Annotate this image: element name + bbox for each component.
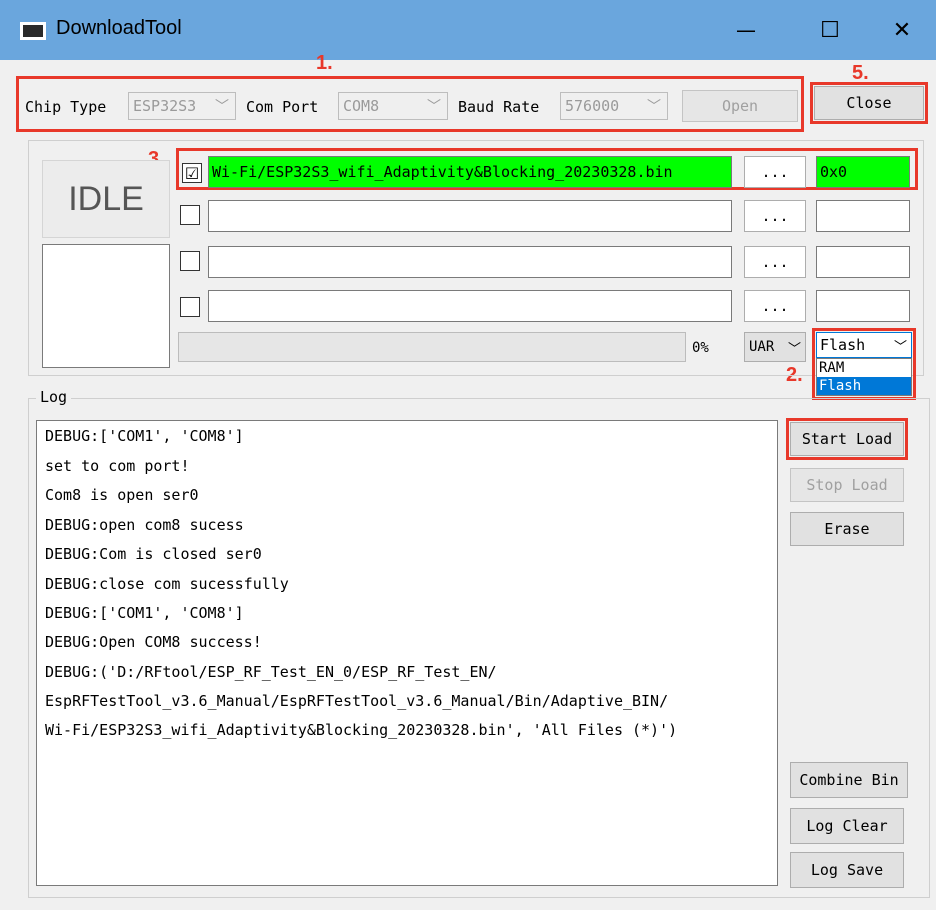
start-load-button[interactable]: Start Load	[790, 422, 904, 456]
mode-option-ram[interactable]: RAM	[817, 359, 911, 377]
erase-button[interactable]: Erase	[790, 512, 904, 546]
file-row-4-path[interactable]	[208, 290, 732, 322]
file-row-3-address[interactable]	[816, 246, 910, 278]
log-line: DEBUG:close com sucessfully	[45, 575, 289, 593]
combine-bin-button[interactable]: Combine Bin	[790, 762, 908, 798]
log-line: DEBUG:open com8 sucess	[45, 516, 244, 534]
mode-select[interactable]: Flash ﹀	[816, 332, 912, 358]
file-row-1-browse-button[interactable]: ...	[744, 156, 806, 188]
file-row-2-address[interactable]	[816, 200, 910, 232]
file-row-4-address[interactable]	[816, 290, 910, 322]
file-row-1-address[interactable]: 0x0	[816, 156, 910, 188]
file-row-3-browse-button[interactable]: ...	[744, 246, 806, 278]
log-line: DEBUG:Com is closed ser0	[45, 545, 262, 563]
chevron-down-icon: ﹀	[427, 99, 441, 115]
chevron-down-icon: ﹀	[893, 340, 907, 355]
stop-load-button[interactable]: Stop Load	[790, 468, 904, 502]
file-row-4-checkbox[interactable]	[180, 297, 200, 317]
log-title: Log	[36, 388, 72, 406]
log-line: Com8 is open ser0	[45, 486, 199, 504]
interface-select[interactable]: UAR ﹀	[744, 332, 806, 362]
com-port-value: COM8	[343, 97, 380, 115]
baud-rate-select[interactable]: 576000 ﹀	[560, 92, 668, 120]
close-window-icon[interactable]: ✕	[872, 10, 932, 50]
log-line: DEBUG:('D:/RFtool/ESP_RF_Test_EN_0/ESP_R…	[45, 663, 497, 681]
file-row-1-path[interactable]: Wi-Fi/ESP32S3_wifi_Adaptivity&Blocking_2…	[208, 156, 732, 188]
file-row-4-browse-button[interactable]: ...	[744, 290, 806, 322]
chevron-down-icon: ﹀	[787, 342, 801, 357]
preview-box	[42, 244, 170, 368]
file-row-3-checkbox[interactable]	[180, 251, 200, 271]
annotation-1: 1.	[316, 52, 333, 74]
log-save-button[interactable]: Log Save	[790, 852, 904, 888]
com-port-label: Com Port	[246, 98, 319, 116]
mode-value: Flash	[820, 336, 866, 354]
progress-bar	[178, 332, 686, 362]
close-button[interactable]: Close	[814, 86, 924, 120]
chevron-down-icon: ﹀	[215, 99, 229, 115]
progress-text: 0%	[692, 340, 709, 356]
log-line: DEBUG:Open COM8 success!	[45, 633, 262, 651]
file-row-2-browse-button[interactable]: ...	[744, 200, 806, 232]
log-line: DEBUG:['COM1', 'COM8']	[45, 604, 244, 622]
interface-value: UAR	[749, 339, 775, 355]
mode-dropdown-list: RAM Flash	[816, 358, 912, 396]
minimize-icon[interactable]: —	[716, 10, 776, 50]
maximize-icon[interactable]: ☐	[800, 10, 860, 50]
status-indicator: IDLE	[42, 160, 170, 238]
chevron-down-icon: ﹀	[647, 99, 661, 115]
baud-rate-label: Baud Rate	[458, 98, 540, 116]
mode-option-flash[interactable]: Flash	[817, 377, 911, 395]
log-output[interactable]: DEBUG:['COM1', 'COM8'] set to com port! …	[36, 420, 778, 886]
file-row-3-path[interactable]	[208, 246, 732, 278]
file-row-2-checkbox[interactable]	[180, 205, 200, 225]
file-row-1-checkbox[interactable]: ☑	[182, 163, 202, 183]
log-line: DEBUG:['COM1', 'COM8']	[45, 427, 244, 445]
chip-type-value: ESP32S3	[133, 97, 197, 115]
baud-rate-value: 576000	[565, 97, 620, 115]
app-icon	[20, 22, 46, 40]
log-line: Wi-Fi/ESP32S3_wifi_Adaptivity&Blocking_2…	[45, 721, 678, 739]
open-button[interactable]: Open	[682, 90, 798, 122]
window-title: DownloadTool	[56, 17, 182, 39]
chip-type-label: Chip Type	[25, 98, 107, 116]
com-port-select[interactable]: COM8 ﹀	[338, 92, 448, 120]
log-line: set to com port!	[45, 457, 190, 475]
chip-type-select[interactable]: ESP32S3 ﹀	[128, 92, 236, 120]
log-clear-button[interactable]: Log Clear	[790, 808, 904, 844]
log-line: EspRFTestTool_v3.6_Manual/EspRFTestTool_…	[45, 692, 669, 710]
file-row-2-path[interactable]	[208, 200, 732, 232]
